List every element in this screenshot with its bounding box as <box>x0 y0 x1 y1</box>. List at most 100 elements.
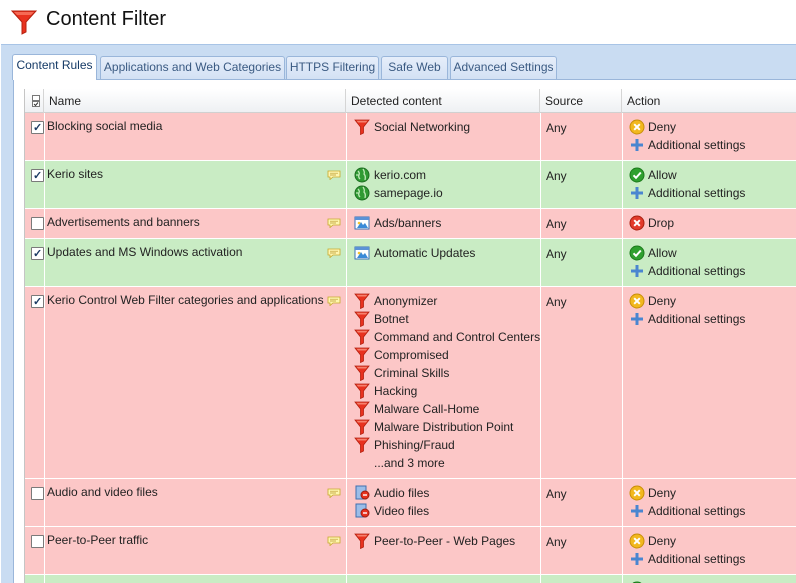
rule-row[interactable]: Allow other trafficAnyAnyAllow <box>25 575 796 583</box>
rule-name[interactable]: Blocking social media <box>47 119 162 133</box>
rule-action[interactable]: Allow <box>629 244 745 262</box>
rule-row[interactable]: Peer-to-Peer traffic Peer-to-Peer - Web P… <box>25 527 796 575</box>
action-list: Deny Additional settings <box>629 484 745 520</box>
plus-icon <box>629 551 645 567</box>
funnel-icon <box>354 329 370 346</box>
url-group-icon <box>354 245 370 261</box>
tab-https-filtering[interactable]: HTTPS Filtering <box>286 56 379 79</box>
rule-action[interactable]: Deny <box>629 118 745 136</box>
detected-content-label: Audio files <box>374 486 430 500</box>
detected-content-label: Peer-to-Peer - Web Pages <box>374 534 516 548</box>
comment-icon[interactable] <box>327 247 341 259</box>
funnel-icon <box>354 293 370 310</box>
header-name[interactable]: Name <box>44 89 346 113</box>
additional-settings-link[interactable]: Additional settings <box>629 310 745 328</box>
rule-enabled-checkbox[interactable]: ✓ <box>31 121 44 134</box>
detected-content-item: ...and 3 more <box>353 454 540 472</box>
comment-icon[interactable] <box>327 535 341 547</box>
additional-settings-link[interactable]: Additional settings <box>629 184 745 202</box>
action-list: Allow Additional settings <box>629 244 745 280</box>
rule-action[interactable]: Allow <box>629 166 745 184</box>
rule-enabled-checkbox[interactable]: ✓ <box>31 247 44 260</box>
rule-row[interactable]: Audio and video files Audio files Video fi… <box>25 479 796 527</box>
rule-source[interactable]: Any <box>546 487 567 501</box>
detected-content-label: Social Networking <box>374 120 471 134</box>
rule-row[interactable]: Advertisements and banners Ads/banners Any… <box>25 209 796 239</box>
tab-safe-web[interactable]: Safe Web <box>381 56 448 79</box>
action-label: Drop <box>648 216 675 230</box>
rule-action[interactable]: Deny <box>629 292 745 310</box>
rule-row[interactable]: ✓ Blocking social media Social Networking A… <box>25 113 796 161</box>
rule-source[interactable]: Any <box>546 295 567 309</box>
additional-settings-link[interactable]: Additional settings <box>629 550 745 568</box>
column-separator <box>346 113 347 160</box>
detected-content-label[interactable]: ...and 3 more <box>374 456 445 470</box>
rule-name[interactable]: Audio and video files <box>47 485 158 499</box>
rule-name[interactable]: Advertisements and banners <box>47 215 200 229</box>
action-label: Deny <box>648 120 677 134</box>
allow-icon <box>629 245 645 261</box>
rule-source[interactable]: Any <box>546 121 567 135</box>
rule-row[interactable]: ✓ Kerio sites kerio.com samepage.io Any Allow… <box>25 161 796 209</box>
detected-content-item: Botnet <box>353 310 540 328</box>
detected-content-label: Criminal Skills <box>374 366 450 380</box>
rule-name[interactable]: Peer-to-Peer traffic <box>47 533 148 547</box>
content-panel: Content Rules Applications and Web Categ… <box>1 44 796 583</box>
column-separator <box>44 287 45 478</box>
tab-advanced-settings[interactable]: Advanced Settings <box>450 56 557 79</box>
comment-icon[interactable] <box>327 295 341 307</box>
funnel-icon <box>354 401 370 418</box>
funnel-icon <box>354 347 370 364</box>
column-separator <box>540 239 541 286</box>
rule-row[interactable]: ✓ Kerio Control Web Filter categories and… <box>25 287 796 479</box>
rule-enabled-checkbox[interactable]: ✓ <box>31 295 44 308</box>
detected-content-list: Social Networking <box>353 118 470 136</box>
header-enabled-column[interactable] <box>25 89 44 113</box>
column-separator <box>346 161 347 208</box>
funnel-icon <box>354 311 370 328</box>
header-detected-content[interactable]: Detected content <box>346 89 540 113</box>
rule-name[interactable]: Kerio Control Web Filter categories and … <box>47 293 324 307</box>
header-action[interactable]: Action <box>622 89 796 113</box>
rule-name[interactable]: Kerio sites <box>47 167 103 181</box>
header-source[interactable]: Source <box>540 89 622 113</box>
detected-content-label: Automatic Updates <box>374 246 476 260</box>
rule-source[interactable]: Any <box>546 169 567 183</box>
column-separator <box>622 479 623 526</box>
comment-icon[interactable] <box>327 169 341 181</box>
column-separator <box>622 209 623 238</box>
rule-row[interactable]: ✓ Updates and MS Windows activation Automa… <box>25 239 796 287</box>
tab-body: Name Detected content Source Action ✓ Blo… <box>13 79 796 583</box>
action-list: Deny Additional settings <box>629 532 745 568</box>
rule-source[interactable]: Any <box>546 247 567 261</box>
rule-action[interactable]: Deny <box>629 532 745 550</box>
detected-content-label: kerio.com <box>374 168 427 182</box>
rule-source[interactable]: Any <box>546 217 567 231</box>
funnel-icon <box>354 437 370 454</box>
additional-settings-link[interactable]: Additional settings <box>629 502 745 520</box>
comment-icon[interactable] <box>327 217 341 229</box>
rule-enabled-checkbox[interactable] <box>31 217 44 230</box>
plus-icon <box>629 185 645 201</box>
column-separator <box>44 161 45 208</box>
rule-name[interactable]: Updates and MS Windows activation <box>47 245 242 259</box>
rule-enabled-checkbox[interactable] <box>31 535 44 548</box>
rule-enabled-checkbox[interactable] <box>31 487 44 500</box>
tab-content-rules[interactable]: Content Rules <box>12 54 97 80</box>
additional-settings-link[interactable]: Additional settings <box>629 262 745 280</box>
rule-enabled-checkbox[interactable]: ✓ <box>31 169 44 182</box>
rule-action[interactable]: Deny <box>629 484 745 502</box>
detected-content-label: Malware Call-Home <box>374 402 480 416</box>
additional-settings-link[interactable]: Additional settings <box>629 136 745 154</box>
action-label: Allow <box>648 246 677 260</box>
detected-content-label: Compromised <box>374 348 449 362</box>
comment-icon[interactable] <box>327 487 341 499</box>
tab-applications-web-categories[interactable]: Applications and Web Categories <box>100 56 285 79</box>
detected-content-list: Ads/banners <box>353 214 441 232</box>
checkmark-icon: ✓ <box>33 248 43 260</box>
rule-source[interactable]: Any <box>546 535 567 549</box>
column-separator <box>44 113 45 160</box>
column-separator <box>540 527 541 574</box>
rule-action[interactable]: Drop <box>629 214 674 232</box>
drop-icon <box>629 215 645 231</box>
